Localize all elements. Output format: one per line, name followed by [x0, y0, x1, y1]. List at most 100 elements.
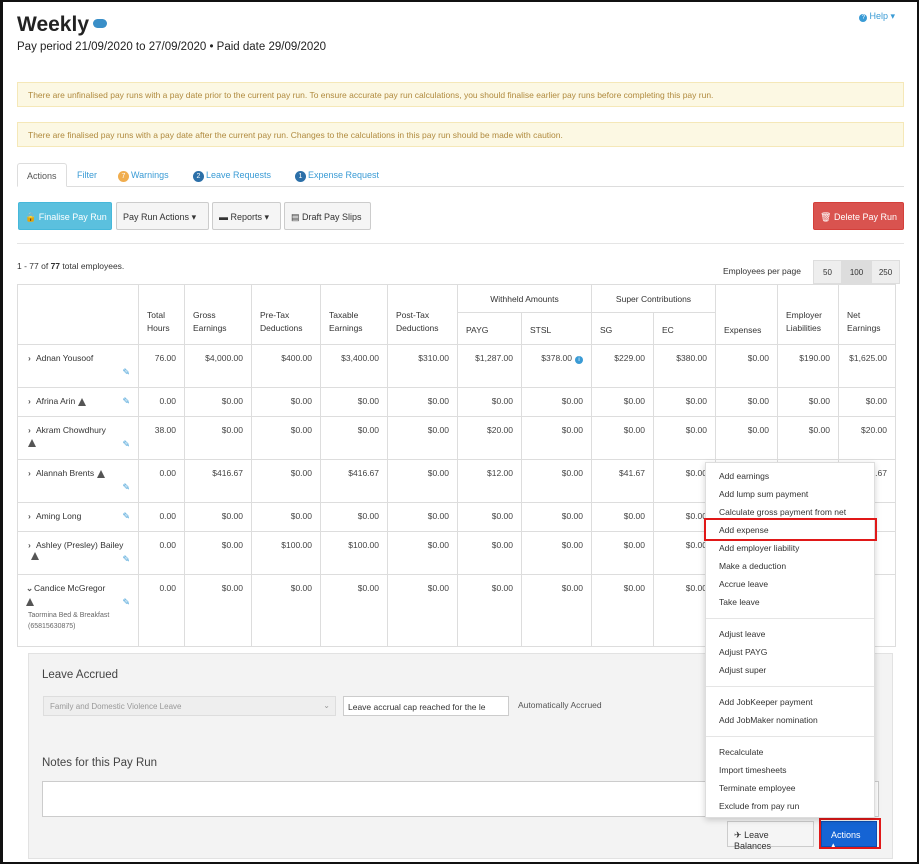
header-total-hours: Total Hours [138, 284, 185, 345]
finalise-pay-run-button[interactable]: 🔒 Finalise Pay Run [18, 202, 112, 230]
menu-add-employer-liability[interactable]: Add employer liability [719, 543, 799, 553]
menu-adjust-payg[interactable]: Adjust PAYG [719, 647, 767, 657]
employee-name[interactable]: Akram Chowdhury [36, 425, 106, 435]
header-super: Super Contributions [591, 284, 716, 313]
caret-down-icon: ▾ [264, 212, 270, 222]
draft-pay-slips-button[interactable]: ▤ Draft Pay Slips [284, 202, 371, 230]
chevron-right-icon: › [28, 353, 31, 363]
pencil-icon[interactable]: ✎ [122, 439, 130, 450]
table-row[interactable]: › Afrina Arin ✎ 0.00 $0.00 $0.00 $0.00 $0.… [17, 387, 896, 417]
chevron-right-icon: › [28, 425, 31, 435]
cell-gross: $0.00 [184, 502, 252, 532]
cell-payg: $0.00 [457, 387, 522, 417]
employee-name[interactable]: Ashley (Presley) Bailey [36, 540, 123, 550]
pencil-icon[interactable]: ✎ [122, 511, 130, 522]
employee-cell[interactable]: › Alannah Brents ✎ [17, 459, 139, 503]
header-employer: Employer Liabilities [777, 284, 839, 345]
folder-icon: ▬ [219, 212, 228, 222]
page-title: Weekly [17, 13, 107, 37]
menu-terminate-employee[interactable]: Terminate employee [719, 783, 796, 793]
pay-run-actions-button[interactable]: Pay Run Actions ▾ [116, 202, 209, 230]
per-page-label: Employees per page [723, 266, 801, 276]
reports-button[interactable]: ▬ Reports ▾ [212, 202, 281, 230]
cell-posttax: $0.00 [387, 531, 458, 575]
menu-calc-gross[interactable]: Calculate gross payment from net [719, 507, 846, 517]
pencil-icon[interactable]: ✎ [122, 482, 130, 493]
actions-button-highlight [819, 818, 881, 849]
employee-cell[interactable]: › Adnan Yousoof ✎ [17, 344, 139, 388]
tab-expense-request[interactable]: 1 Expense Request [286, 163, 388, 187]
cell-taxable: $0.00 [320, 416, 388, 460]
per-page-250[interactable]: 250 [871, 260, 900, 284]
delete-pay-run-button[interactable]: 🗑 Delete Pay Run [813, 202, 904, 230]
employee-name[interactable]: Candice McGregor [34, 583, 105, 593]
add-expense-highlight [704, 518, 877, 541]
menu-recalculate[interactable]: Recalculate [719, 747, 763, 757]
menu-accrue-leave[interactable]: Accrue leave [719, 579, 768, 589]
menu-exclude-from-pay-run[interactable]: Exclude from pay run [719, 801, 799, 811]
table-row[interactable]: › Adnan Yousoof ✎ 76.00 $4,000.00 $400.00 … [17, 344, 896, 388]
tab-leave-requests[interactable]: 2 Leave Requests [184, 163, 280, 187]
tab-actions[interactable]: Actions [17, 163, 67, 187]
chevron-right-icon: › [28, 511, 31, 521]
menu-make-deduction[interactable]: Make a deduction [719, 561, 786, 571]
pencil-icon[interactable]: ✎ [122, 554, 130, 565]
cell-taxable: $0.00 [320, 502, 388, 532]
header-net: Net Earnings [838, 284, 896, 345]
employee-cell[interactable]: › Afrina Arin ✎ [17, 387, 139, 417]
per-page-50[interactable]: 50 [813, 260, 842, 284]
menu-adjust-leave[interactable]: Adjust leave [719, 629, 765, 639]
employee-name[interactable]: Aming Long [36, 511, 81, 521]
menu-import-timesheets[interactable]: Import timesheets [719, 765, 787, 775]
employee-cell[interactable]: ⌄Candice McGregor ✎ Taormina Bed & Breakfa… [17, 574, 139, 647]
tab-filter[interactable]: Filter [68, 163, 106, 187]
cell-stsl: $0.00 [521, 459, 592, 503]
cell-net: $20.00 [838, 416, 896, 460]
cell-gross: $416.67 [184, 459, 252, 503]
table-row[interactable]: › Akram Chowdhury ✎ 38.00 $0.00 $0.00 $0.0… [17, 416, 896, 460]
question-icon: ? [859, 14, 868, 22]
leave-note-input[interactable]: Leave accrual cap reached for the le [343, 696, 509, 716]
cell-taxable: $0.00 [320, 387, 388, 417]
leave-type-select: Family and Domestic Violence Leave ⌄ [43, 696, 336, 716]
employee-cell[interactable]: › Akram Chowdhury ✎ [17, 416, 139, 460]
menu-add-earnings[interactable]: Add earnings [719, 471, 769, 481]
menu-take-leave[interactable]: Take leave [719, 597, 760, 607]
cell-gross: $0.00 [184, 387, 252, 417]
pencil-icon[interactable]: ✎ [122, 367, 130, 378]
cell-sg: $229.00 [591, 344, 654, 388]
pencil-icon[interactable]: ✎ [122, 396, 130, 407]
employee-cell[interactable]: › Aming Long ✎ [17, 502, 139, 532]
cell-ec: $0.00 [653, 387, 716, 417]
info-icon[interactable]: i [575, 356, 583, 364]
title-badge [93, 18, 107, 28]
cell-taxable: $3,400.00 [320, 344, 388, 388]
employee-cell[interactable]: › Ashley (Presley) Bailey ✎ [17, 531, 139, 575]
leave-balances-button[interactable]: ✈ Leave Balances [727, 821, 814, 851]
cell-pretax: $100.00 [251, 531, 321, 575]
cell-hours: 0.00 [138, 502, 185, 532]
menu-add-jobmaker[interactable]: Add JobMaker nomination [719, 715, 818, 725]
trash-icon: 🗑 [820, 212, 832, 222]
cell-stsl: $0.00 [521, 574, 592, 647]
header-posttax: Post-Tax Deductions [387, 284, 458, 345]
tab-warnings[interactable]: 7 Warnings [109, 163, 178, 187]
pencil-icon[interactable]: ✎ [122, 597, 130, 608]
employee-name[interactable]: Afrina Arin [36, 396, 75, 406]
per-page-100[interactable]: 100 [842, 260, 871, 284]
menu-add-jobkeeper[interactable]: Add JobKeeper payment [719, 697, 813, 707]
cell-hours: 0.00 [138, 574, 185, 647]
menu-adjust-super[interactable]: Adjust super [719, 665, 766, 675]
menu-add-lump-sum[interactable]: Add lump sum payment [719, 489, 808, 499]
header-ec: EC [653, 312, 716, 345]
cell-payg: $12.00 [457, 459, 522, 503]
cell-payg: $1,287.00 [457, 344, 522, 388]
cell-sg: $0.00 [591, 416, 654, 460]
header-taxable: Taxable Earnings [320, 284, 388, 345]
cell-posttax: $0.00 [387, 574, 458, 647]
employee-name[interactable]: Adnan Yousoof [36, 353, 93, 363]
cell-employer: $190.00 [777, 344, 839, 388]
help-link[interactable]: ? Help ▾ [859, 11, 895, 22]
cell-employer: $0.00 [777, 387, 839, 417]
employee-name[interactable]: Alannah Brents [36, 468, 94, 478]
